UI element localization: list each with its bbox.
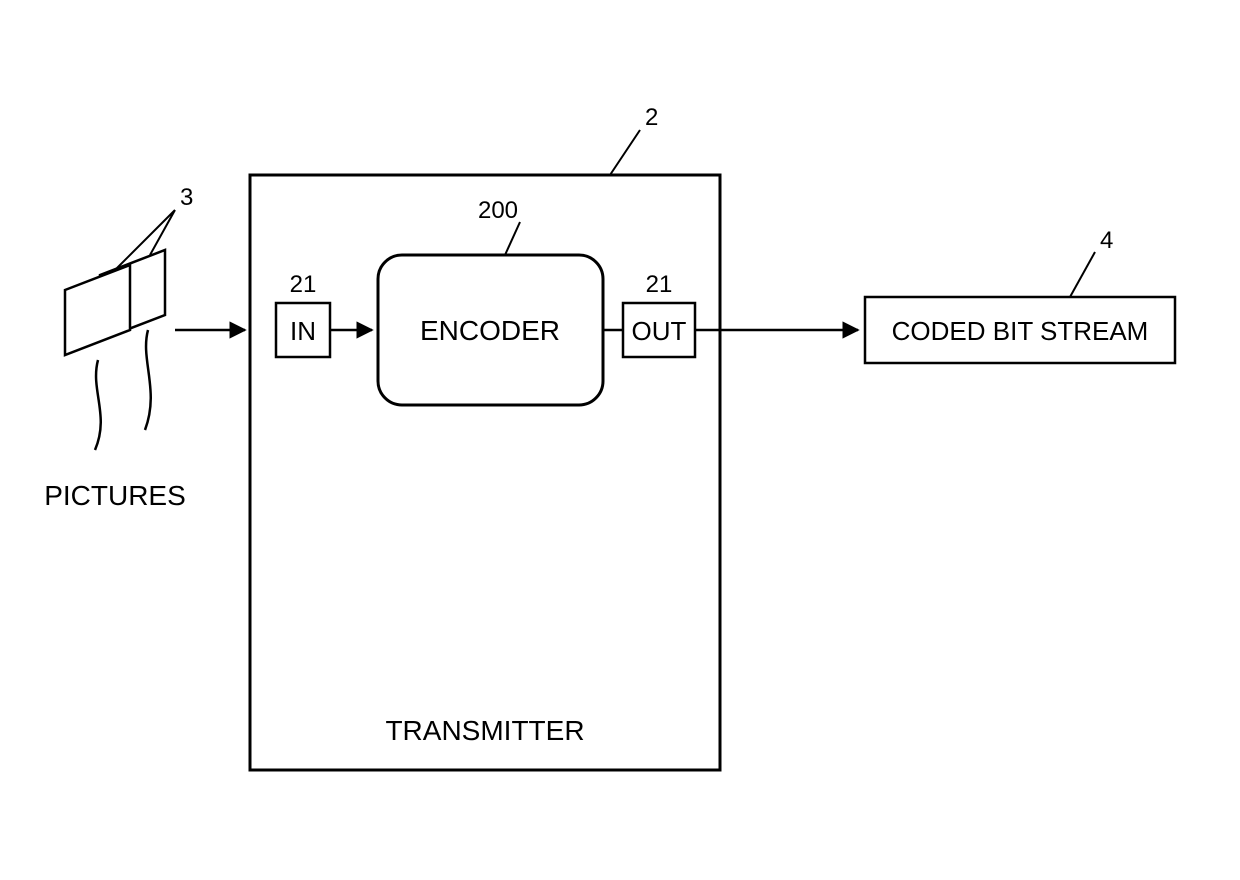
- coded-stream-label: CODED BIT STREAM: [892, 316, 1149, 346]
- encoder-group: ENCODER 200: [378, 197, 603, 405]
- pictures-ref: 3: [180, 184, 193, 211]
- picture-front: [65, 265, 130, 355]
- in-group: IN 21: [276, 271, 330, 357]
- diagram-canvas: 3 PICTURES TRANSMITTER 2 IN 21 ENCODER 2…: [0, 0, 1240, 880]
- coded-stream-ref: 4: [1100, 227, 1113, 254]
- transmitter-leader: [610, 130, 640, 175]
- encoder-ref: 200: [478, 197, 518, 224]
- coded-stream-group: CODED BIT STREAM 4: [865, 227, 1175, 363]
- in-label: IN: [290, 316, 316, 346]
- out-ref: 21: [646, 271, 673, 298]
- coded-stream-leader: [1070, 252, 1095, 297]
- transmitter-label: TRANSMITTER: [385, 715, 584, 746]
- out-group: OUT 21: [623, 271, 695, 357]
- picture-tail-back: [145, 330, 151, 430]
- transmitter-ref: 2: [645, 104, 658, 131]
- pictures-group: 3 PICTURES: [44, 184, 193, 511]
- out-label: OUT: [632, 316, 687, 346]
- in-ref: 21: [290, 271, 317, 298]
- encoder-leader: [505, 222, 520, 255]
- pictures-label: PICTURES: [44, 480, 186, 511]
- encoder-label: ENCODER: [420, 315, 560, 346]
- picture-tail-front: [95, 360, 101, 450]
